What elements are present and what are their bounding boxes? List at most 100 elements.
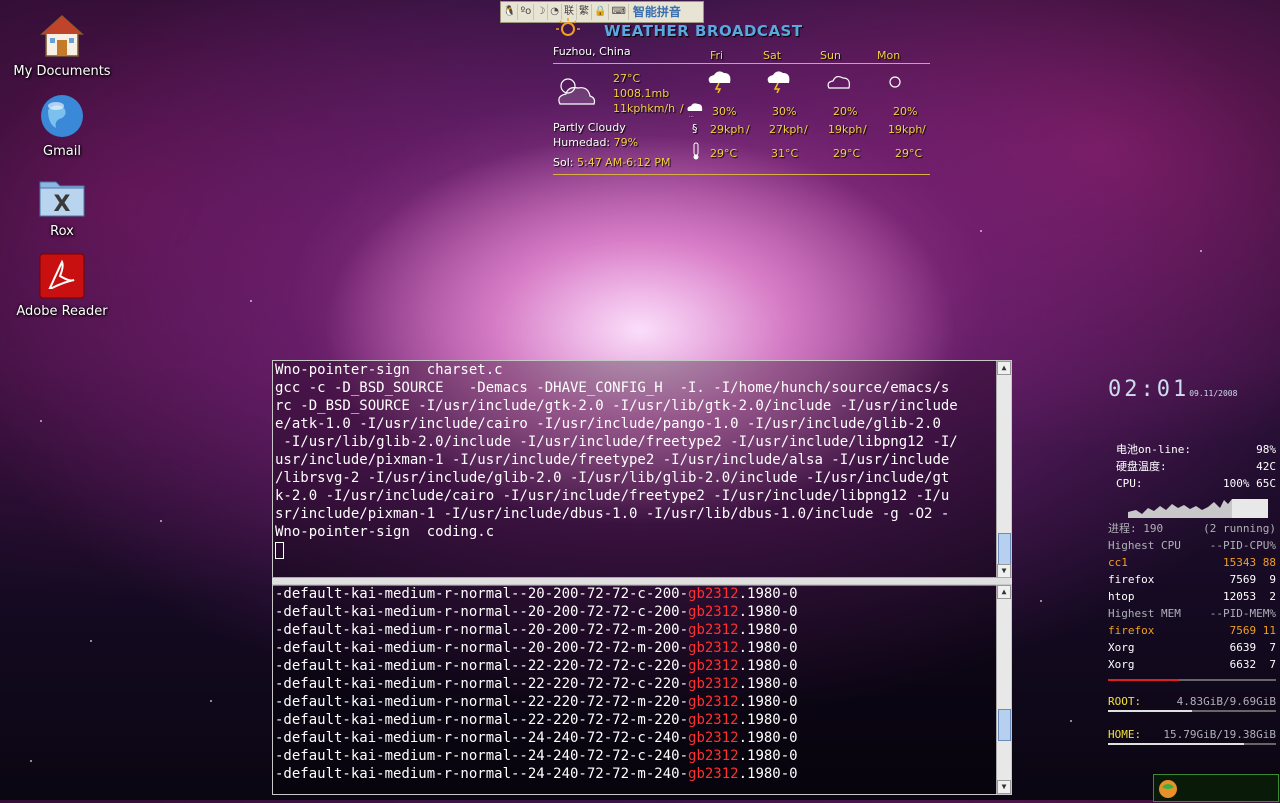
terminal-line: e/atk-1.0 -I/usr/include/cairo -I/usr/in… [275, 416, 941, 432]
home-folder-icon [38, 12, 86, 60]
scroll-up-icon[interactable]: ▲ [997, 361, 1011, 375]
forecast-day: Sat [763, 49, 782, 62]
scroll-up-icon[interactable]: ▲ [997, 585, 1011, 599]
terminal-scrollbar[interactable]: ▲ ▼ [996, 585, 1011, 794]
thunderstorm-icon [765, 69, 791, 96]
system-monitor: 02:0109.11/2008 电池on-line: 98% 硬盘温度: 42C C… [1108, 370, 1276, 745]
terminal-line: -default-kai-medium-r-normal--24-240-72-… [275, 766, 798, 782]
x-folder-icon: X [38, 172, 86, 220]
forecast-temp: 29°C [833, 147, 861, 160]
root-usage-fill [1108, 710, 1192, 712]
terminal-line: usr/include/pixman-1 -I/usr/include/free… [275, 452, 950, 468]
forecast-day: Sun [820, 49, 841, 62]
current-pressure: 1008.1mb [613, 87, 670, 100]
desktop-icon-label: Adobe Reader [16, 304, 108, 319]
forecast-precip: 30% [772, 105, 797, 118]
terminal-line: gcc -c -D_BSD_SOURCE -Demacs -DHAVE_CONF… [275, 380, 950, 396]
memory-bar-fill [1108, 679, 1179, 681]
wind-arrow-icon: / [863, 123, 867, 136]
process-row: htop 12053 2 [1108, 590, 1276, 603]
process-row: Xorg 6639 7 [1108, 641, 1276, 654]
highest-mem-label: Highest MEM [1108, 607, 1181, 620]
thunderstorm-icon [706, 69, 732, 96]
battery-label: 电池on-line: [1116, 443, 1191, 456]
desktop-icon-label: Gmail [43, 144, 81, 159]
highest-cpu-label: Highest CPU [1108, 539, 1181, 552]
terminal-line: rc -D_BSD_SOURCE -I/usr/include/gtk-2.0 … [275, 398, 958, 414]
wind-arrow-icon: / [680, 102, 684, 115]
terminal-line: -default-kai-medium-r-normal--20-200-72-… [275, 586, 798, 602]
terminal-line: k-2.0 -I/usr/include/cairo -I/usr/includ… [275, 488, 950, 504]
terminal-line: -default-kai-medium-r-normal--22-220-72-… [275, 676, 798, 692]
wind-arrow-icon: / [746, 123, 750, 136]
memory-bar [1108, 679, 1276, 681]
process-row: Xorg 6632 7 [1108, 658, 1276, 671]
forecast-wind: 19kph [888, 123, 923, 136]
scroll-down-icon[interactable]: ▼ [997, 564, 1011, 578]
tux-icon[interactable]: 🐧 [501, 4, 519, 20]
system-tray[interactable] [1153, 774, 1279, 802]
forecast-precip: 20% [833, 105, 858, 118]
desktop-icon-my-documents[interactable]: My Documents [8, 12, 116, 79]
weather-divider [553, 63, 930, 64]
cloudy-icon [826, 71, 852, 94]
sun-icon [886, 73, 904, 94]
humidity-value: 79% [613, 136, 639, 149]
terminal-line: -default-kai-medium-r-normal--22-220-72-… [275, 658, 798, 674]
clock-time: 02:01 [1108, 377, 1190, 402]
proc-count: 190 [1143, 522, 1164, 535]
terminal-line: -default-kai-medium-r-normal--22-220-72-… [275, 712, 798, 728]
home-label: HOME: [1108, 728, 1142, 741]
wind-arrow-icon: / [922, 123, 926, 136]
ime-mode-icon[interactable]: ºo [518, 4, 535, 20]
terminal-line: -default-kai-medium-r-normal--20-200-72-… [275, 640, 798, 656]
desktop-icon-gmail[interactable]: Gmail [8, 92, 116, 159]
forecast-wind: 27kph [769, 123, 804, 136]
battery-value: 98% [1256, 443, 1276, 456]
text-cursor [275, 541, 284, 559]
forecast-precip: 20% [893, 105, 918, 118]
globe-icon [38, 92, 86, 140]
clock-date: 09.11/2008 [1189, 389, 1238, 398]
cpu-value: 100% 65C [1223, 477, 1276, 490]
weather-divider [553, 174, 930, 175]
root-label: ROOT: [1108, 695, 1142, 708]
terminal-line: Wno-pointer-sign charset.c [275, 362, 503, 378]
weather-title: WEATHER BROADCAST [604, 22, 803, 40]
svg-text:X: X [54, 192, 71, 217]
terminal-line: -default-kai-medium-r-normal--22-220-72-… [275, 694, 798, 710]
svg-text:...: ... [689, 113, 694, 118]
process-row: firefox 7569 11 [1108, 624, 1276, 637]
wind-arrow-icon: / [804, 123, 808, 136]
process-row: cc1 15343 88 [1108, 556, 1276, 569]
wind-icon: § [692, 122, 698, 135]
forecast-wind: 29kph [710, 123, 745, 136]
forecast-day: Mon [877, 49, 901, 62]
thermometer-icon [692, 142, 700, 163]
terminal-top[interactable]: Wno-pointer-sign charset.c gcc -c -D_BSD… [272, 360, 1012, 579]
app-launcher-icon[interactable] [1156, 777, 1180, 803]
terminal-line: -default-kai-medium-r-normal--20-200-72-… [275, 604, 798, 620]
moon-icon[interactable]: ☽ [534, 4, 549, 20]
current-wind: 11kphkm/h [613, 102, 676, 115]
desktop-icon-label: My Documents [13, 64, 111, 79]
proc-running: (2 running) [1203, 522, 1276, 535]
forecast-day: Fri [710, 49, 724, 62]
humidity-label: Humedad: [553, 136, 611, 149]
desktop-icon-rox[interactable]: X Rox [8, 172, 116, 239]
current-condition: Partly Cloudy [553, 121, 626, 134]
home-usage-fill [1108, 743, 1245, 745]
weather-location: Fuzhou, China [553, 45, 631, 58]
forecast-precip: 30% [712, 105, 737, 118]
forecast-temp: 31°C [771, 147, 799, 160]
desktop-icon-adobe-reader[interactable]: Adobe Reader [8, 252, 116, 319]
scrollbar-thumb[interactable] [998, 709, 1011, 741]
scrollbar-thumb[interactable] [998, 533, 1011, 565]
rain-icon: ... [686, 102, 704, 121]
terminal-bottom[interactable]: -default-kai-medium-r-normal--20-200-72-… [272, 584, 1012, 795]
terminal-line: -default-kai-medium-r-normal--24-240-72-… [275, 748, 798, 764]
cpu-label: CPU: [1116, 477, 1143, 490]
terminal-line: -default-kai-medium-r-normal--24-240-72-… [275, 730, 798, 746]
scroll-down-icon[interactable]: ▼ [997, 780, 1011, 794]
terminal-scrollbar[interactable]: ▲ ▼ [996, 361, 1011, 578]
